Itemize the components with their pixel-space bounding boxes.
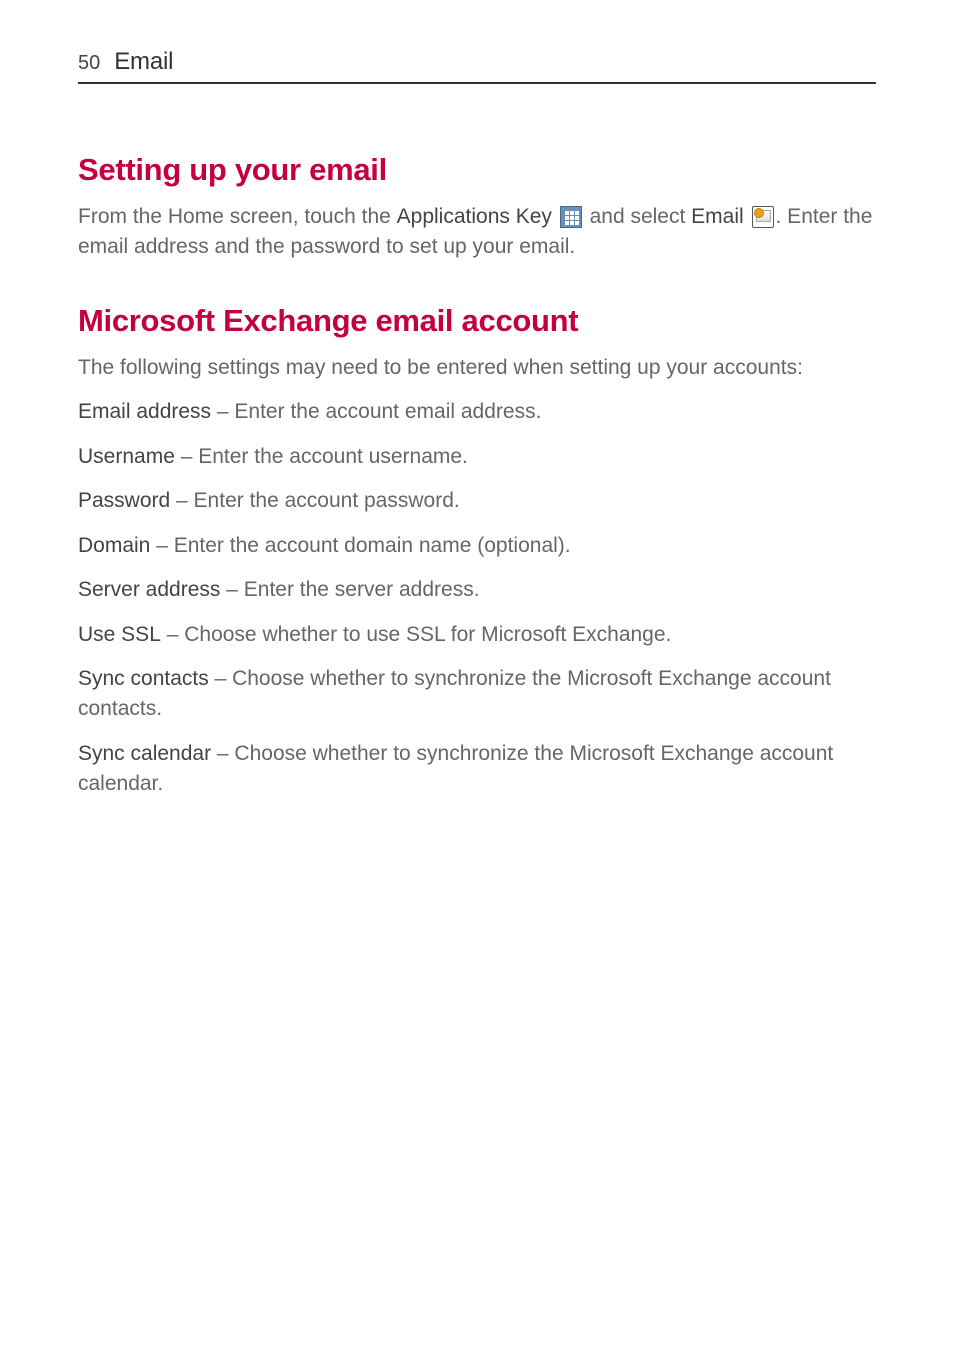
setting-sync-calendar: Sync calendar – Choose whether to synchr… <box>78 739 876 800</box>
setting-sync-contacts: Sync contacts – Choose whether to synchr… <box>78 664 876 725</box>
section-heading-exchange: Microsoft Exchange email account <box>78 303 876 339</box>
header-title: Email <box>114 48 173 76</box>
setting-domain: Domain – Enter the account domain name (… <box>78 531 876 561</box>
setting-desc: – Enter the server address. <box>220 578 479 601</box>
setting-label: Sync contacts <box>78 667 209 690</box>
setting-label: Email address <box>78 400 211 423</box>
setting-label: Username <box>78 445 175 468</box>
setting-server-address: Server address – Enter the server addres… <box>78 575 876 605</box>
exchange-intro: The following settings may need to be en… <box>78 353 876 383</box>
bold-apps-key: Applications Key <box>397 205 552 228</box>
bold-email: Email <box>691 205 744 228</box>
setting-label: Use SSL <box>78 623 161 646</box>
setting-desc: – Enter the account password. <box>170 489 460 512</box>
setting-use-ssl: Use SSL – Choose whether to use SSL for … <box>78 620 876 650</box>
text-span: and select <box>584 205 691 228</box>
setting-desc: – Enter the account domain name (optiona… <box>150 534 570 557</box>
setting-desc: – Enter the account username. <box>175 445 468 468</box>
setting-label: Domain <box>78 534 150 557</box>
page-container: 50 Email Setting up your email From the … <box>0 0 954 800</box>
setting-password: Password – Enter the account password. <box>78 486 876 516</box>
page-number: 50 <box>78 52 100 75</box>
setting-label: Password <box>78 489 170 512</box>
setting-username: Username – Enter the account username. <box>78 442 876 472</box>
setup-email-body: From the Home screen, touch the Applicat… <box>78 202 876 263</box>
setting-desc: – Choose whether to use SSL for Microsof… <box>161 623 672 646</box>
email-app-icon <box>752 206 774 228</box>
setting-desc: – Enter the account email address. <box>211 400 541 423</box>
setting-label: Server address <box>78 578 220 601</box>
setting-email-address: Email address – Enter the account email … <box>78 397 876 427</box>
applications-key-icon <box>560 206 582 228</box>
page-header: 50 Email <box>78 48 876 84</box>
text-span: From the Home screen, touch the <box>78 205 397 228</box>
section-heading-setup-email: Setting up your email <box>78 152 876 188</box>
setting-label: Sync calendar <box>78 742 211 765</box>
